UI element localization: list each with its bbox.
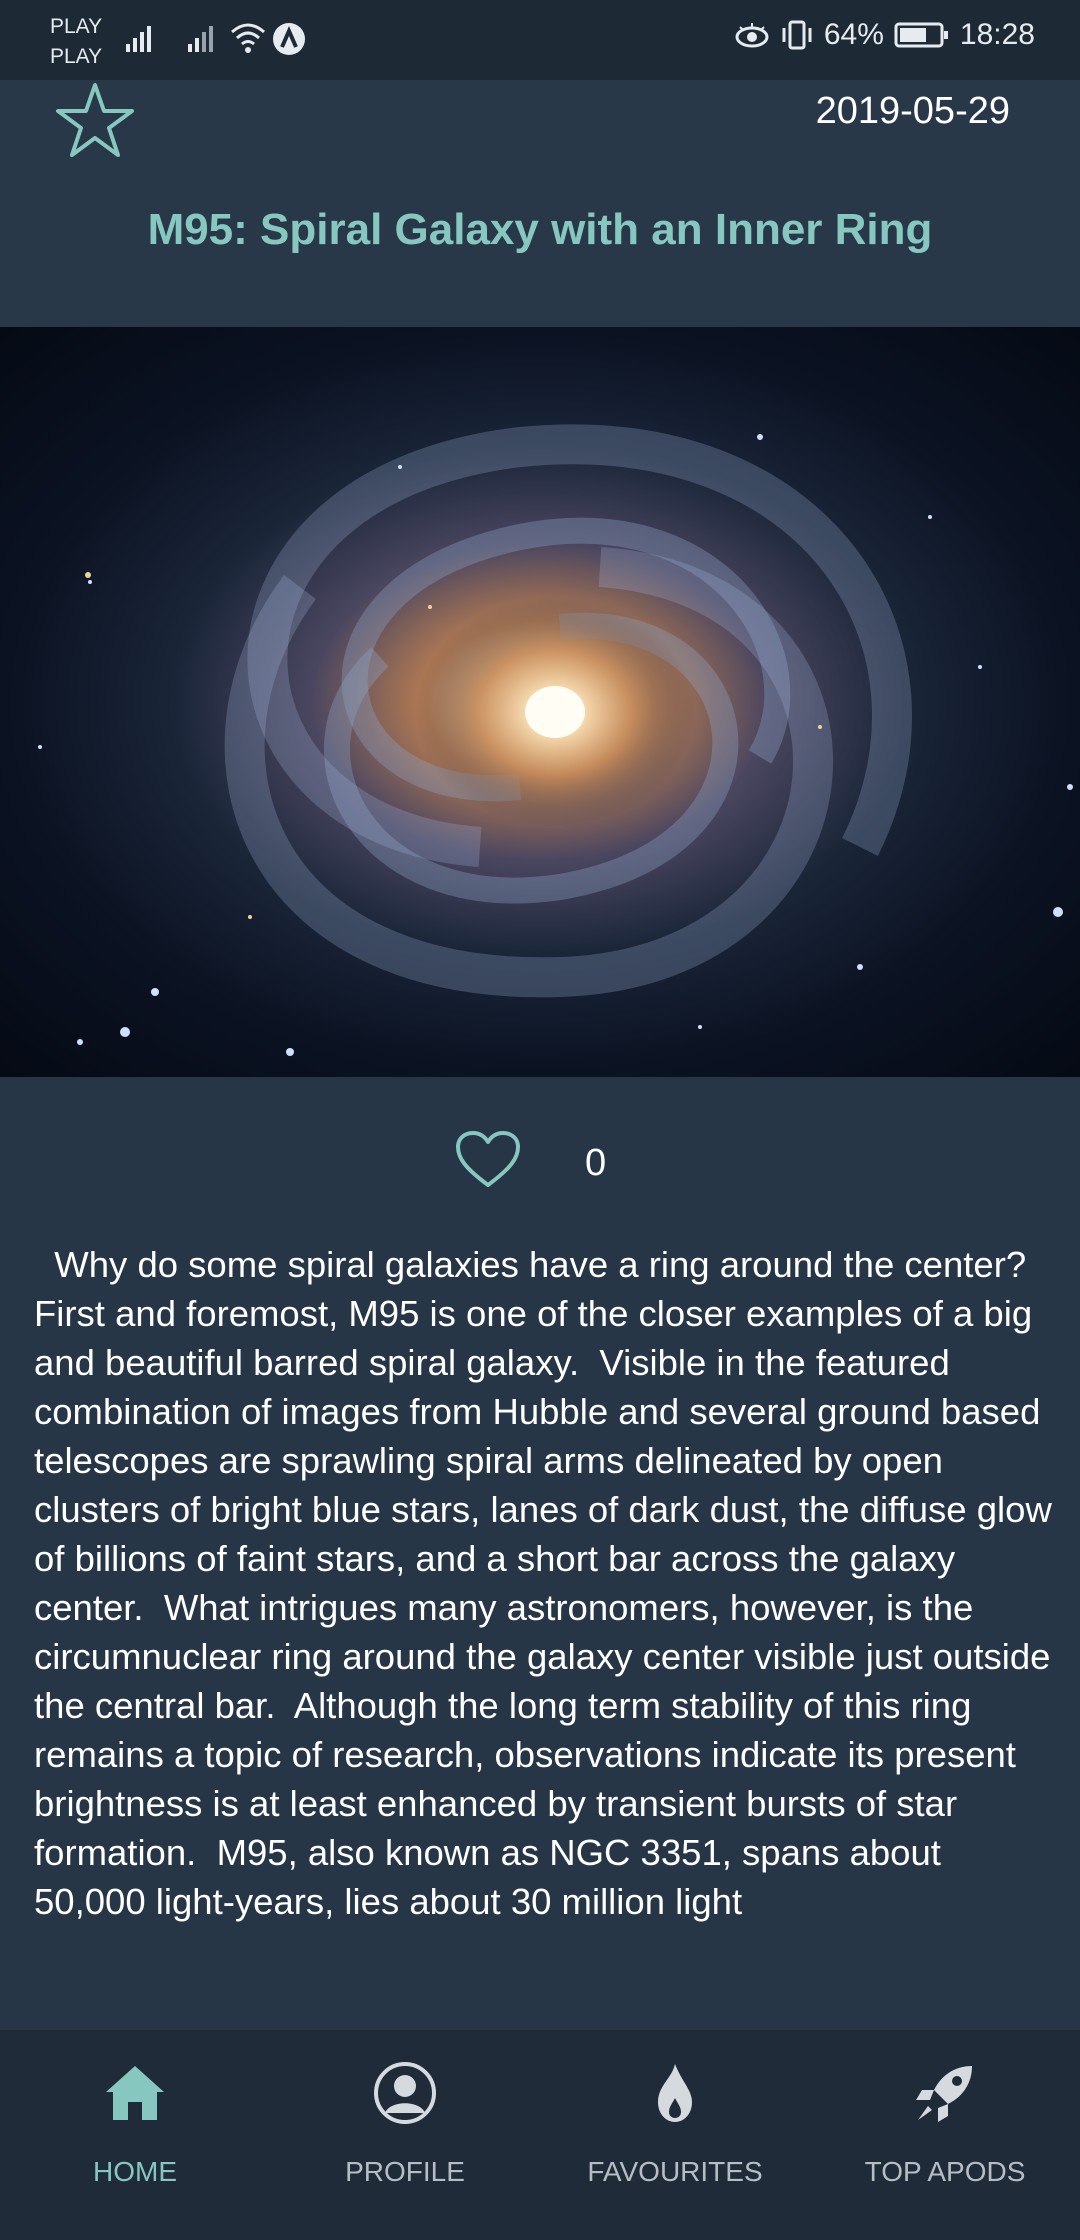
battery-icon (894, 22, 948, 48)
carrier-line-2: PLAY (50, 45, 103, 68)
nav-favourites-label: FAVOURITES (587, 2156, 763, 2187)
home-icon (106, 2066, 164, 2120)
carrier-label: PLAY PLAY (50, 12, 102, 72)
star-favourite-icon[interactable] (55, 80, 135, 160)
status-bar: PLAY PLAY 64% 18:28 (0, 0, 1080, 80)
signal-icon (126, 26, 151, 52)
apod-title: M95: Spiral Galaxy with an Inner Ring (147, 205, 933, 254)
wifi-icon (231, 23, 265, 53)
battery-percent: 64% (823, 18, 884, 51)
nav-profile-label: PROFILE (345, 2156, 465, 2187)
nav-home[interactable]: HOME (0, 2030, 270, 2240)
eye-comfort-icon (735, 23, 769, 48)
vibrate-icon (782, 20, 812, 50)
flame-icon (658, 2064, 692, 2122)
apod-image[interactable] (0, 327, 1080, 1077)
galaxy-picture (38, 424, 1073, 1056)
carrier-line-1: PLAY (50, 15, 103, 38)
apod-date: 2019-05-29 (815, 90, 1010, 132)
nav-top-apods[interactable]: TOP APODS (810, 2030, 1080, 2240)
likes-row: 0 (0, 1120, 1080, 1200)
rocket-icon (916, 2066, 972, 2122)
clock: 18:28 (959, 18, 1035, 51)
apod-header: 2019-05-29 M95: Spiral Galaxy with an In… (0, 80, 1080, 327)
nav-top-apods-label: TOP APODS (864, 2156, 1026, 2187)
like-count: 0 (585, 1142, 607, 1184)
apod-description: Why do some spiral galaxies have a ring … (34, 1244, 1052, 1922)
app-notification-icon (273, 23, 305, 55)
bottom-navigation: HOME PROFILE FAVOURITES TOP APODS (0, 2030, 1080, 2240)
signal-2-icon (188, 26, 213, 52)
profile-icon (374, 2062, 436, 2124)
nav-favourites[interactable]: FAVOURITES (540, 2030, 810, 2240)
nav-home-label: HOME (93, 2156, 177, 2187)
nav-profile[interactable]: PROFILE (270, 2030, 540, 2240)
heart-like-icon[interactable] (455, 1130, 521, 1190)
